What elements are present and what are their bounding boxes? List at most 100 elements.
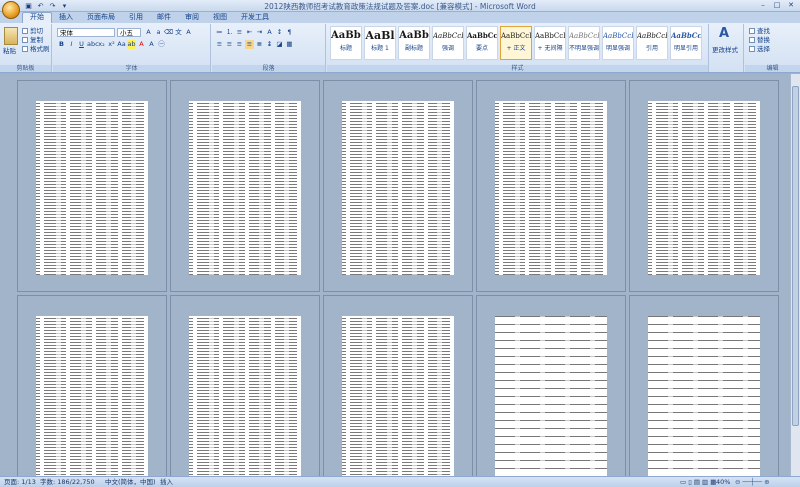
- font-group-label: 字体: [53, 65, 210, 72]
- font-name-combo[interactable]: 宋体: [57, 28, 115, 37]
- change-case-icon[interactable]: Aa: [117, 40, 126, 49]
- line-spacing-icon[interactable]: ↨: [265, 40, 274, 49]
- multilevel-list-icon[interactable]: ≡: [235, 28, 244, 37]
- close-icon[interactable]: ✕: [784, 0, 798, 10]
- change-styles-icon[interactable]: A: [719, 27, 729, 41]
- chinese-layout-icon[interactable]: A: [265, 28, 274, 37]
- document-area[interactable]: [0, 74, 790, 476]
- grow-font-icon[interactable]: A: [144, 28, 153, 37]
- char-shading-icon[interactable]: A: [147, 40, 156, 49]
- replace-button[interactable]: 替换: [749, 36, 770, 44]
- clipboard-group-label: 剪贴板: [0, 65, 51, 72]
- style-no-spacing[interactable]: AaBbCcDc+ 无间隔: [534, 26, 566, 60]
- align-left-icon[interactable]: ≡: [215, 40, 224, 49]
- style-strong[interactable]: AaBbCcD要点: [466, 26, 498, 60]
- editing-group-label: 编辑: [745, 65, 800, 72]
- tab-review[interactable]: 审阅: [178, 12, 206, 23]
- style-title[interactable]: AaBbC标题: [330, 26, 362, 60]
- copy-button[interactable]: 复制: [22, 36, 43, 44]
- select-icon: [749, 46, 755, 52]
- font-style-tools: B I U abc x₂ x² Aa ab A A ㊀: [57, 40, 166, 49]
- tab-developer[interactable]: 开发工具: [234, 12, 276, 23]
- align-center-icon[interactable]: ≡: [225, 40, 234, 49]
- increase-indent-icon[interactable]: ⇥: [255, 28, 264, 37]
- maximize-icon[interactable]: □: [770, 0, 784, 10]
- zoom-level[interactable]: 40%: [716, 477, 730, 487]
- document-page: [17, 80, 167, 292]
- style-heading-1[interactable]: AaBl 标题 1: [364, 26, 396, 60]
- change-styles-button[interactable]: 更改样式: [712, 46, 738, 54]
- align-tools: ≡ ≡ ≡ ≡ ≣ ↨ ◪ ▦: [215, 40, 294, 49]
- styles-group-label: 样式: [327, 65, 708, 72]
- office-button[interactable]: [2, 1, 20, 19]
- border-icon[interactable]: ▦: [285, 40, 294, 49]
- zoom-slider[interactable]: ⊖ ──┼── ⊕: [735, 477, 770, 487]
- paste-icon[interactable]: [4, 27, 18, 45]
- bold-icon[interactable]: B: [57, 40, 66, 49]
- char-border-icon[interactable]: A: [184, 28, 193, 37]
- status-bar: 页面: 1/13 字数: 186/22,750 中文(简体，中国) 插入 ▭ ▯…: [0, 476, 800, 487]
- style-intense-quote[interactable]: AaBbCcDc明显引用: [670, 26, 702, 60]
- tab-references[interactable]: 引用: [122, 12, 150, 23]
- distribute-icon[interactable]: ≣: [255, 40, 264, 49]
- clear-format-icon[interactable]: ⌫: [164, 28, 173, 37]
- tab-view[interactable]: 视图: [206, 12, 234, 23]
- editing-group: 查找 替换 选择 编辑: [745, 24, 800, 72]
- style-subtle-emphasis[interactable]: AaBbCcDc不明显强调: [568, 26, 600, 60]
- font-size-combo[interactable]: 小五: [117, 28, 141, 37]
- sort-icon[interactable]: ↕: [275, 28, 284, 37]
- document-page: [629, 295, 779, 476]
- bullets-icon[interactable]: ≔: [215, 28, 224, 37]
- shrink-font-icon[interactable]: a: [154, 28, 163, 37]
- vertical-scrollbar[interactable]: [790, 74, 800, 476]
- subscript-icon[interactable]: x₂: [97, 40, 106, 49]
- style-subtitle[interactable]: AaBb 副标题: [398, 26, 430, 60]
- italic-icon[interactable]: I: [67, 40, 76, 49]
- style-quote[interactable]: AaBbCcDc引用: [636, 26, 668, 60]
- align-right-icon[interactable]: ≡: [235, 40, 244, 49]
- underline-icon[interactable]: U: [77, 40, 86, 49]
- binoculars-icon: [749, 28, 755, 34]
- numbering-icon[interactable]: ⒈: [225, 28, 234, 37]
- tab-home[interactable]: 开始: [22, 12, 52, 23]
- ribbon: 粘贴 剪切 复制 格式刷 剪贴板 宋体 小五 A a ⌫ 文 A B I U a…: [0, 23, 800, 73]
- ribbon-tabs: 开始 插入 页面布局 引用 邮件 审阅 视图 开发工具: [0, 12, 800, 23]
- shading-icon[interactable]: ◪: [275, 40, 284, 49]
- insert-mode[interactable]: 插入: [160, 477, 173, 487]
- font-size-tools: A a ⌫ 文 A: [144, 28, 193, 37]
- phonetic-icon[interactable]: 文: [174, 28, 183, 37]
- list-tools: ≔ ⒈ ≡ ⇤ ⇥ A ↕ ¶: [215, 28, 294, 37]
- language-indicator[interactable]: 中文(简体，中国): [105, 477, 156, 487]
- tab-page-layout[interactable]: 页面布局: [80, 12, 122, 23]
- clipboard-group: 粘贴 剪切 复制 格式刷 剪贴板: [0, 24, 52, 72]
- word-count[interactable]: 字数: 186/22,750: [40, 477, 95, 487]
- superscript-icon[interactable]: x²: [107, 40, 116, 49]
- tab-mailings[interactable]: 邮件: [150, 12, 178, 23]
- brush-icon: [22, 46, 28, 52]
- decrease-indent-icon[interactable]: ⇤: [245, 28, 254, 37]
- highlight-icon[interactable]: ab: [127, 40, 136, 49]
- find-button[interactable]: 查找: [749, 27, 770, 35]
- document-page: [629, 80, 779, 292]
- page-count[interactable]: 页面: 1/13: [4, 477, 36, 487]
- paragraph-group: ≔ ⒈ ≡ ⇤ ⇥ A ↕ ¶ ≡ ≡ ≡ ≡ ≣ ↨ ◪ ▦ 段落: [212, 24, 326, 72]
- format-painter-button[interactable]: 格式刷: [22, 45, 50, 53]
- justify-icon[interactable]: ≡: [245, 40, 254, 49]
- style-normal[interactable]: AaBbCcDc+ 正文: [500, 26, 532, 60]
- tab-insert[interactable]: 插入: [52, 12, 80, 23]
- style-intense-emphasis[interactable]: AaBbCcDc明显强调: [602, 26, 634, 60]
- enclose-char-icon[interactable]: ㊀: [157, 40, 166, 49]
- style-emphasis[interactable]: AaBbCcD强调: [432, 26, 464, 60]
- select-button[interactable]: 选择: [749, 45, 770, 53]
- font-color-icon[interactable]: A: [137, 40, 146, 49]
- strikethrough-icon[interactable]: abc: [87, 40, 99, 49]
- view-buttons[interactable]: ▭ ▯ ▤ ▥ ▦: [680, 477, 716, 487]
- paste-button[interactable]: 粘贴: [3, 47, 16, 55]
- minimize-icon[interactable]: –: [756, 0, 770, 10]
- show-marks-icon[interactable]: ¶: [285, 28, 294, 37]
- document-page: [476, 295, 626, 476]
- document-page: [323, 80, 473, 292]
- cut-button[interactable]: 剪切: [22, 27, 43, 35]
- scrollbar-thumb[interactable]: [792, 86, 799, 426]
- replace-icon: [749, 37, 755, 43]
